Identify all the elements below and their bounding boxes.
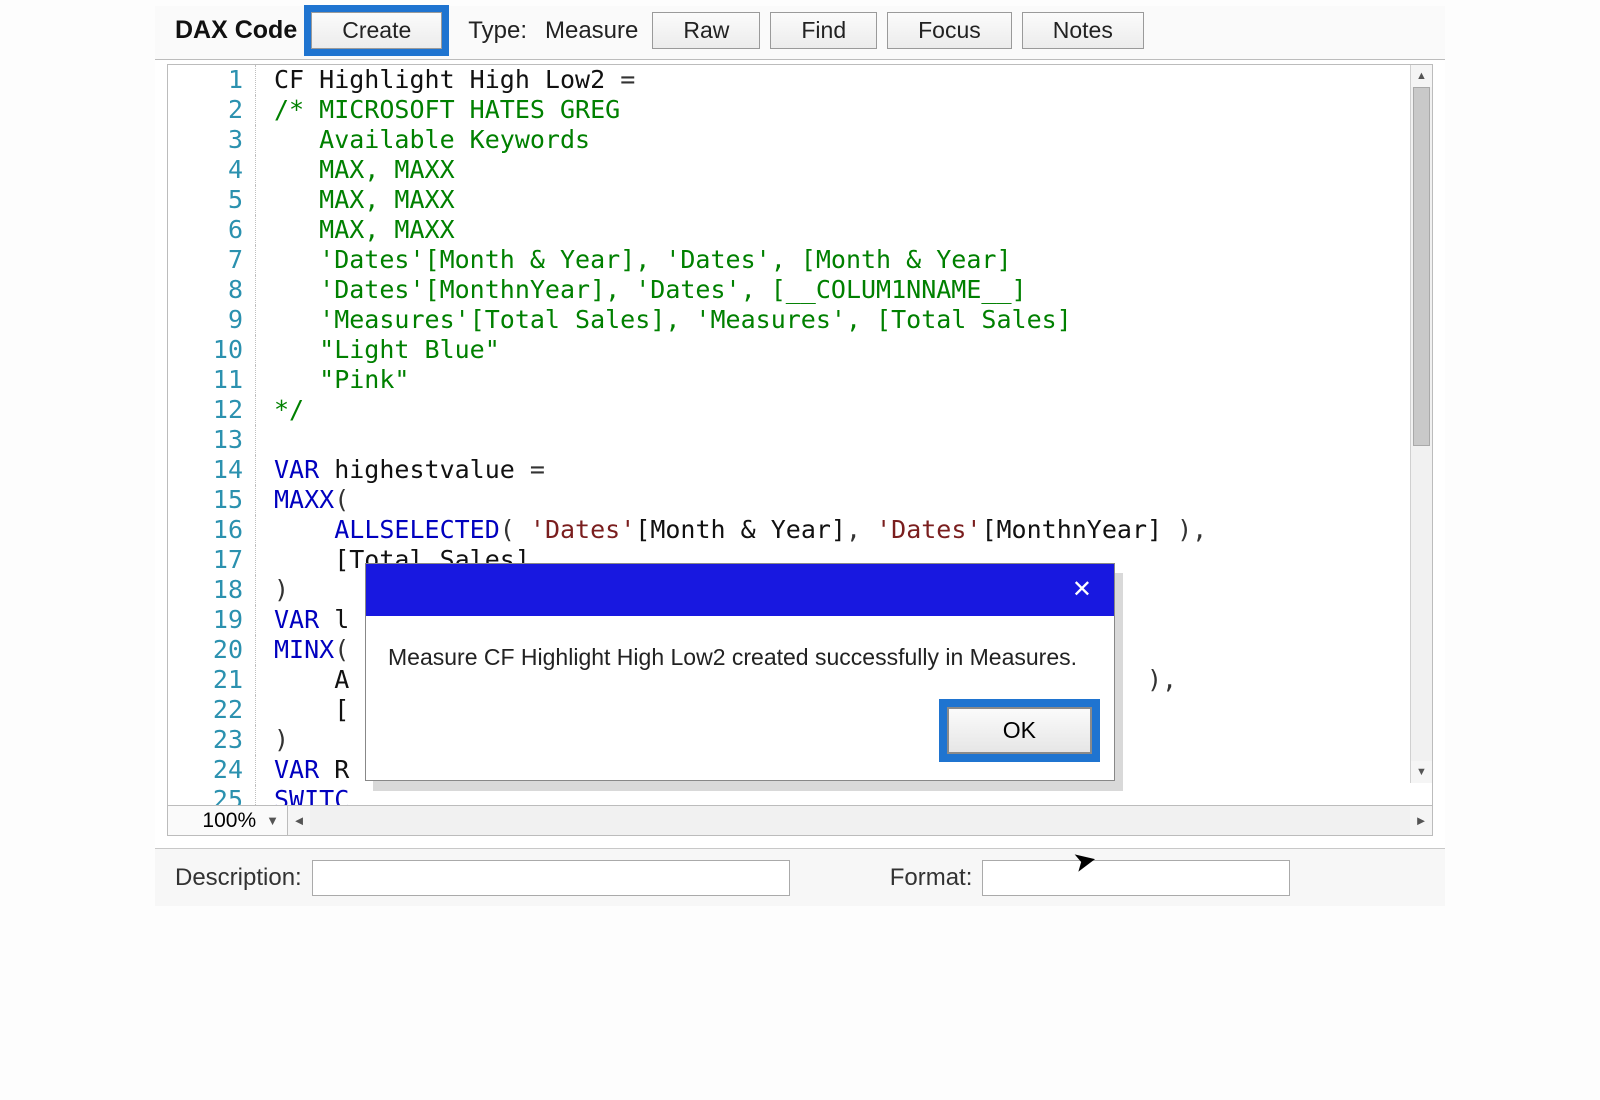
code-content[interactable]: MAX, MAXX [256,215,455,245]
code-content[interactable]: CF Highlight High Low2 = [256,65,635,95]
code-line[interactable]: 2/* MICROSOFT HATES GREG [168,95,1410,125]
toolbar: DAX Code Create Type: Measure Raw Find F… [155,6,1445,60]
code-line[interactable]: 15MAXX( [168,485,1410,515]
line-number: 16 [168,515,256,545]
line-number: 5 [168,185,256,215]
scroll-up-icon[interactable]: ▲ [1411,65,1432,87]
line-number: 10 [168,335,256,365]
line-number: 25 [168,785,256,805]
code-content[interactable]: 'Dates'[Month & Year], 'Dates', [Month &… [256,245,1012,275]
line-number: 7 [168,245,256,275]
code-content[interactable]: 'Measures'[Total Sales], 'Measures', [To… [256,305,1072,335]
format-label: Format: [890,864,973,892]
line-number: 6 [168,215,256,245]
line-number: 22 [168,695,256,725]
line-number: 9 [168,305,256,335]
success-dialog: ✕ Measure CF Highlight High Low2 created… [365,563,1115,781]
code-content[interactable]: "Pink" [256,365,409,395]
dialog-titlebar[interactable]: ✕ [366,564,1114,616]
meta-strip: Description: Format: [155,848,1445,906]
description-label: Description: [175,864,302,892]
line-number: 3 [168,125,256,155]
code-content[interactable]: MINX( [256,635,349,665]
dialog-message: Measure CF Highlight High Low2 created s… [366,616,1114,681]
description-input[interactable] [312,860,790,896]
code-line[interactable]: 3 Available Keywords [168,125,1410,155]
type-label: Type: [464,17,531,45]
code-line[interactable]: 4 MAX, MAXX [168,155,1410,185]
format-input[interactable] [982,860,1290,896]
horizontal-scrollbar[interactable]: ◄ ► [288,806,1432,835]
line-number: 20 [168,635,256,665]
create-button[interactable]: Create [311,12,442,49]
code-content[interactable]: VAR l [256,605,349,635]
code-line[interactable]: 12*/ [168,395,1410,425]
line-number: 1 [168,65,256,95]
line-number: 4 [168,155,256,185]
code-line[interactable]: 11 "Pink" [168,365,1410,395]
scroll-down-icon[interactable]: ▼ [1411,761,1432,783]
code-line[interactable]: 16 ALLSELECTED( 'Dates'[Month & Year], '… [168,515,1410,545]
code-line[interactable]: 10 "Light Blue" [168,335,1410,365]
code-line[interactable]: 8 'Dates'[MonthnYear], 'Dates', [__COLUM… [168,275,1410,305]
line-number: 12 [168,395,256,425]
code-content[interactable]: Available Keywords [256,125,590,155]
code-line[interactable]: 25SWITC [168,785,1410,805]
line-number: 15 [168,485,256,515]
find-button[interactable]: Find [770,12,877,49]
code-line[interactable]: 6 MAX, MAXX [168,215,1410,245]
code-content[interactable]: MAX, MAXX [256,155,455,185]
code-content[interactable]: ) [256,575,289,605]
line-number: 11 [168,365,256,395]
code-content[interactable]: */ [256,395,304,425]
code-content[interactable]: ) [256,725,289,755]
line-number: 18 [168,575,256,605]
line-number: 2 [168,95,256,125]
line-number: 24 [168,755,256,785]
code-content[interactable]: VAR highestvalue = [256,455,545,485]
line-number: 13 [168,425,256,455]
raw-button[interactable]: Raw [652,12,760,49]
code-content[interactable]: MAX, MAXX [256,185,455,215]
code-content[interactable]: VAR R [256,755,349,785]
code-content[interactable] [256,425,289,455]
code-content[interactable]: "Light Blue" [256,335,500,365]
line-number: 19 [168,605,256,635]
line-number: 8 [168,275,256,305]
focus-button[interactable]: Focus [887,12,1012,49]
code-content[interactable]: SWITC [256,785,349,805]
code-line[interactable]: 14VAR highestvalue = [168,455,1410,485]
notes-button[interactable]: Notes [1022,12,1144,49]
editor-footer: 100% ▼ ◄ ► [167,806,1433,836]
code-content[interactable]: /* MICROSOFT HATES GREG [256,95,620,125]
scroll-right-icon[interactable]: ► [1410,806,1432,835]
code-content[interactable]: MAXX( [256,485,349,515]
code-line[interactable]: 9 'Measures'[Total Sales], 'Measures', [… [168,305,1410,335]
code-line[interactable]: 5 MAX, MAXX [168,185,1410,215]
vertical-scrollbar[interactable]: ▲ ▼ [1410,65,1432,783]
scroll-thumb[interactable] [1413,87,1430,446]
zoom-value: 100% [202,809,262,833]
ok-button[interactable]: OK [947,707,1092,754]
line-number: 17 [168,545,256,575]
code-line[interactable]: 7 'Dates'[Month & Year], 'Dates', [Month… [168,245,1410,275]
toolbar-title: DAX Code [175,16,297,45]
line-number: 21 [168,665,256,695]
code-content[interactable]: ALLSELECTED( 'Dates'[Month & Year], 'Dat… [256,515,1207,545]
code-content[interactable]: 'Dates'[MonthnYear], 'Dates', [__COLUM1N… [256,275,1027,305]
line-number: 14 [168,455,256,485]
type-value: Measure [541,17,642,45]
scroll-left-icon[interactable]: ◄ [288,806,310,835]
line-number: 23 [168,725,256,755]
code-line[interactable]: 1CF Highlight High Low2 = [168,65,1410,95]
code-line[interactable]: 13 [168,425,1410,455]
zoom-selector[interactable]: 100% ▼ [168,806,288,835]
code-content[interactable]: [ [256,695,349,725]
close-icon[interactable]: ✕ [1064,574,1100,606]
chevron-down-icon[interactable]: ▼ [262,813,283,828]
